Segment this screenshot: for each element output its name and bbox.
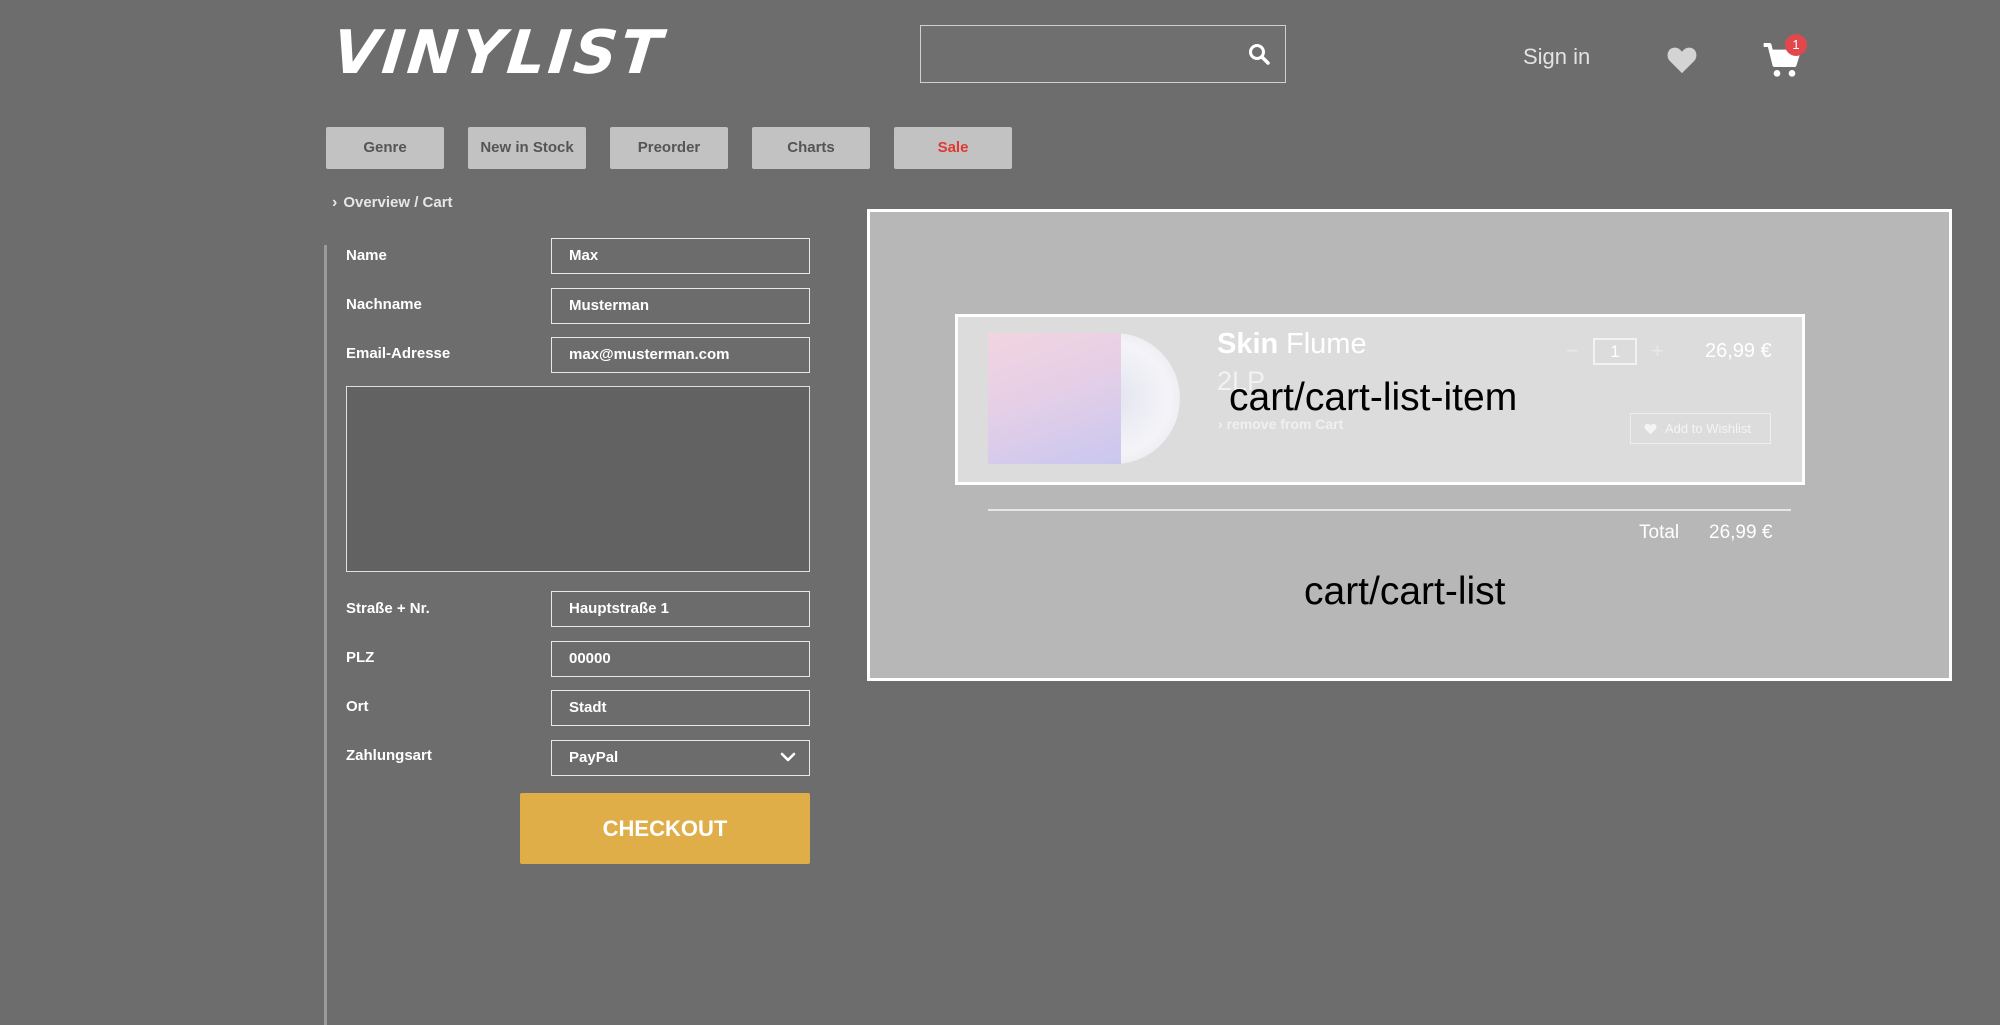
item-price: 26,99 € — [1705, 340, 1772, 362]
tab-new-in-stock[interactable]: New in Stock — [468, 127, 586, 169]
search-input[interactable] — [920, 25, 1286, 83]
chevron-down-icon — [780, 752, 796, 762]
nachname-label: Nachname — [346, 296, 422, 313]
tab-genre[interactable]: Genre — [326, 127, 444, 169]
item-artist[interactable]: Flume — [1286, 328, 1367, 361]
plz-field[interactable]: 00000 — [551, 641, 810, 677]
nachname-field[interactable]: Musterman — [551, 288, 810, 324]
payment-select-value: PayPal — [569, 749, 619, 766]
cart-list-annotation: cart/cart-list — [1304, 570, 1506, 613]
breadcrumb-text: Overview / Cart — [343, 194, 453, 211]
cart-separator — [988, 509, 1791, 511]
strasse-field[interactable]: Hauptstraße 1 — [551, 591, 810, 627]
total-label: Total — [1639, 522, 1680, 543]
ort-field[interactable]: Stadt — [551, 690, 810, 726]
add-to-wishlist-button[interactable]: Add to Wishlist — [1630, 413, 1771, 444]
form-divider — [324, 245, 327, 1025]
quantity-decrease-button[interactable]: − — [1566, 338, 1579, 364]
chevron-right-icon: › — [1218, 416, 1227, 432]
message-textarea[interactable] — [346, 386, 810, 572]
email-label: Email-Adresse — [346, 345, 451, 362]
tab-sale[interactable]: Sale — [894, 127, 1012, 169]
payment-select[interactable]: PayPal — [551, 740, 810, 776]
tab-charts[interactable]: Charts — [752, 127, 870, 169]
vinylist-logo[interactable]: VINYLIST — [329, 18, 667, 88]
total-value: 26,99 € — [1709, 522, 1773, 543]
ort-label: Ort — [346, 698, 369, 715]
sign-in-link[interactable]: Sign in — [1523, 44, 1590, 70]
email-field[interactable]: max@musterman.com — [551, 337, 810, 373]
heart-icon[interactable] — [1665, 43, 1699, 75]
search-icon[interactable] — [1247, 42, 1271, 66]
wishlist-label: Add to Wishlist — [1665, 421, 1751, 436]
checkout-button[interactable]: CHECKOUT — [520, 793, 810, 864]
zahlungsart-label: Zahlungsart — [346, 747, 432, 764]
album-cover-image[interactable] — [988, 333, 1121, 464]
breadcrumb[interactable]: › Overview / Cart — [332, 194, 453, 212]
cart-list-item-annotation: cart/cart-list-item — [1229, 376, 1518, 419]
name-field[interactable]: Max — [551, 238, 810, 274]
item-title[interactable]: Skin — [1217, 328, 1278, 361]
heart-icon — [1644, 423, 1657, 435]
plz-label: PLZ — [346, 649, 375, 666]
chevron-right-icon: › — [332, 194, 338, 211]
tab-preorder[interactable]: Preorder — [610, 127, 728, 169]
quantity-increase-button[interactable]: + — [1651, 338, 1664, 364]
cart-count-badge: 1 — [1785, 34, 1807, 56]
name-label: Name — [346, 247, 387, 264]
quantity-input[interactable]: 1 — [1593, 338, 1637, 365]
strasse-label: Straße + Nr. — [346, 600, 430, 617]
